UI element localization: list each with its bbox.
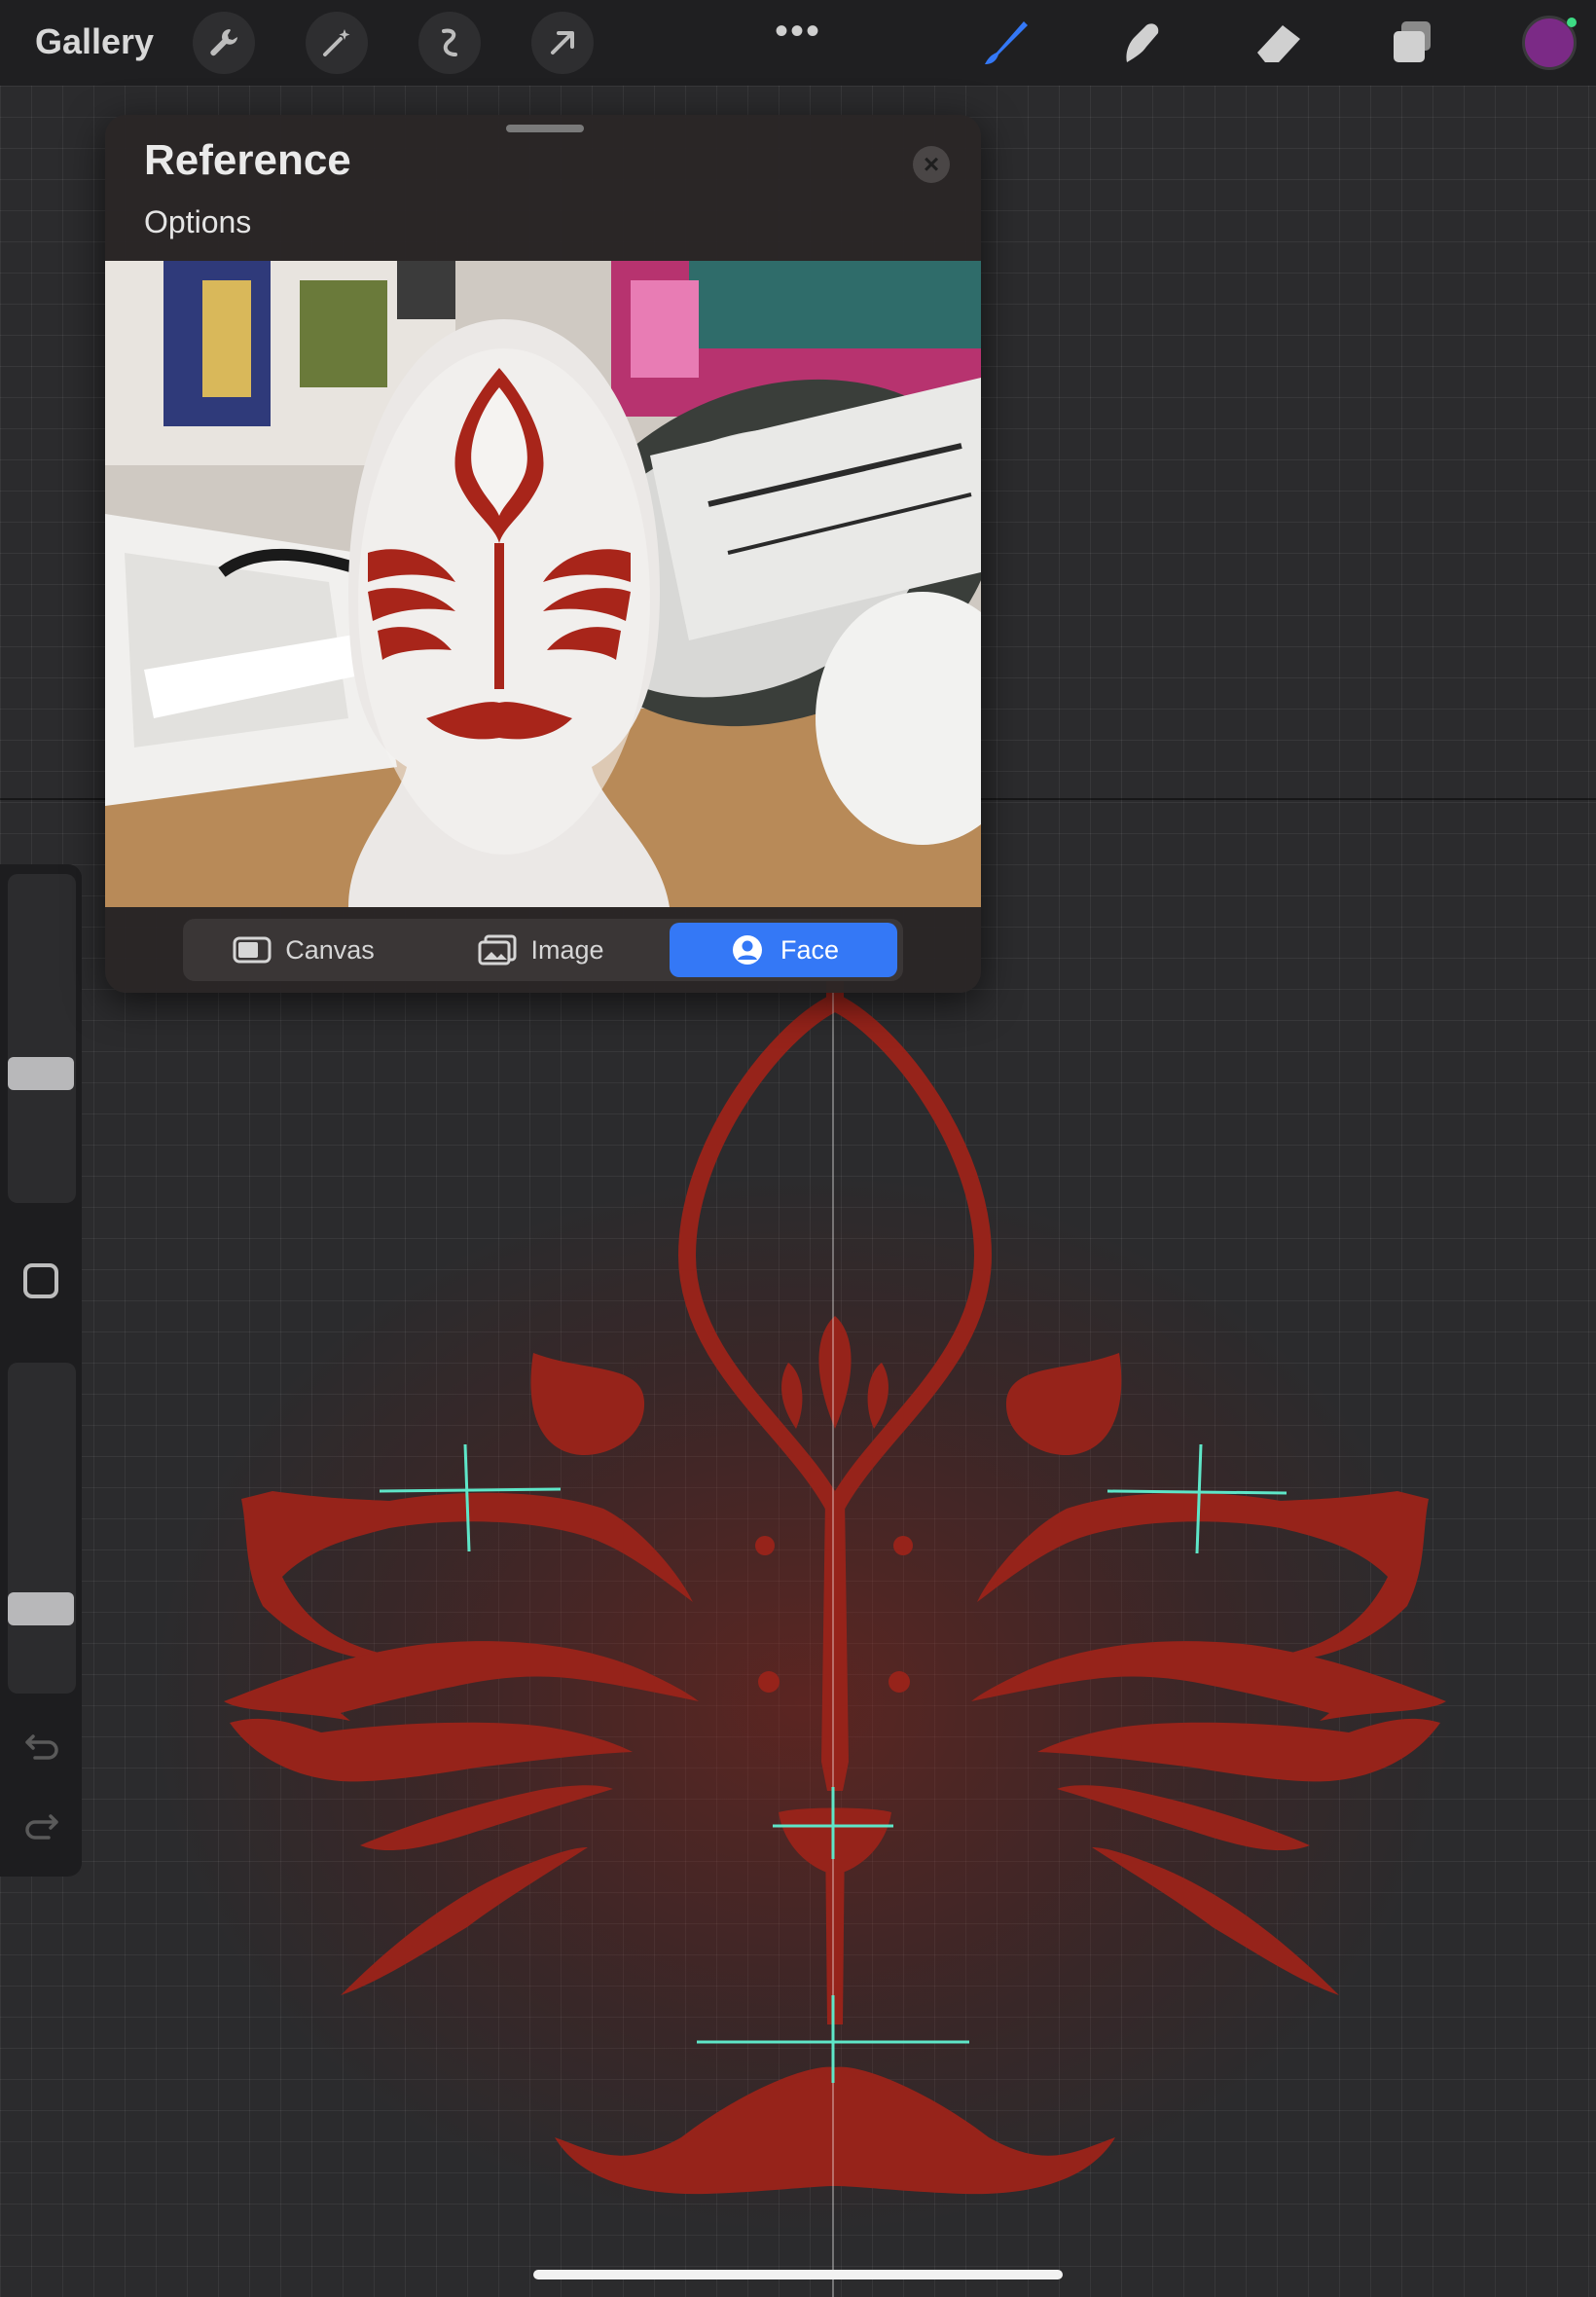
left-brow-tear	[530, 1353, 645, 1456]
layers-button[interactable]	[1384, 14, 1442, 72]
center-stem	[821, 1499, 849, 1791]
tab-canvas[interactable]: Canvas	[187, 923, 420, 977]
opacity-thumb[interactable]	[8, 1592, 74, 1625]
right-whisker-2	[971, 1641, 1446, 1721]
top-toolbar: Gallery •••	[0, 0, 1596, 86]
tab-face[interactable]: Face	[670, 923, 897, 977]
brush-tool-button[interactable]	[975, 14, 1034, 72]
mustache	[555, 2066, 1115, 2195]
undo-icon[interactable]	[21, 1723, 62, 1764]
left-whisker-4	[360, 1785, 613, 1851]
tab-face-label: Face	[780, 934, 840, 965]
right-whisker-4	[1057, 1785, 1310, 1851]
brush-size-slider[interactable]	[8, 874, 76, 1203]
reference-mode-segmented-control: Canvas Image Face	[183, 919, 903, 981]
right-drop	[867, 1363, 889, 1429]
more-menu-button[interactable]: •••	[775, 10, 821, 54]
selection-button[interactable]	[418, 12, 481, 74]
transform-arrow-icon	[551, 31, 574, 55]
close-icon[interactable]: ×	[913, 146, 950, 183]
panel-grabber[interactable]	[506, 125, 584, 132]
eraser-tool-button[interactable]	[1250, 14, 1308, 72]
brush-icon	[985, 21, 1028, 64]
smudge-tool-button[interactable]	[1113, 14, 1172, 72]
tab-canvas-label: Canvas	[285, 934, 375, 965]
nose	[779, 1807, 891, 1875]
dot-upper-right	[893, 1536, 913, 1555]
tab-image-label: Image	[530, 934, 604, 965]
panel-title: Reference	[144, 136, 351, 184]
dot-upper-left	[755, 1536, 775, 1555]
transform-button[interactable]	[531, 12, 594, 74]
left-drop	[781, 1363, 803, 1429]
smudge-icon	[1126, 23, 1159, 63]
color-indicator-dot	[1567, 18, 1577, 27]
eraser-icon	[1257, 25, 1300, 62]
left-whisker-3	[230, 1718, 633, 1782]
layers-icon	[1394, 21, 1431, 62]
reference-panel: Reference Options × Canvas Image Face	[105, 115, 981, 993]
brush-size-thumb[interactable]	[8, 1057, 74, 1090]
tab-image[interactable]: Image	[424, 923, 658, 977]
right-brow-tear	[1005, 1353, 1122, 1456]
opacity-slider[interactable]	[8, 1363, 76, 1694]
canvas-icon	[233, 936, 272, 964]
reference-camera-image	[105, 261, 981, 907]
right-whisker-5	[1092, 1847, 1339, 1995]
right-whisker-3	[1037, 1718, 1440, 1782]
face-icon	[732, 935, 762, 965]
magic-wand-icon	[323, 29, 350, 56]
dot-lower-left	[758, 1671, 780, 1693]
left-whisker-2	[224, 1641, 699, 1721]
left-whisker-5	[341, 1847, 588, 1995]
modify-button[interactable]	[23, 1263, 58, 1298]
adjustments-button[interactable]	[306, 12, 368, 74]
home-indicator[interactable]	[533, 2270, 1063, 2279]
actions-wrench-button[interactable]	[193, 12, 255, 74]
redo-icon[interactable]	[21, 1803, 62, 1843]
right-whisker-1	[977, 1491, 1429, 1662]
wrench-icon	[210, 28, 237, 56]
image-icon	[478, 934, 517, 966]
paint-fills	[224, 1316, 1446, 2195]
selection-icon	[442, 28, 457, 56]
gallery-button[interactable]: Gallery	[35, 21, 154, 62]
forehead-teardrop	[677, 992, 993, 1528]
center-drop	[818, 1316, 852, 1429]
options-button[interactable]: Options	[144, 204, 251, 240]
dot-lower-right	[889, 1671, 910, 1693]
